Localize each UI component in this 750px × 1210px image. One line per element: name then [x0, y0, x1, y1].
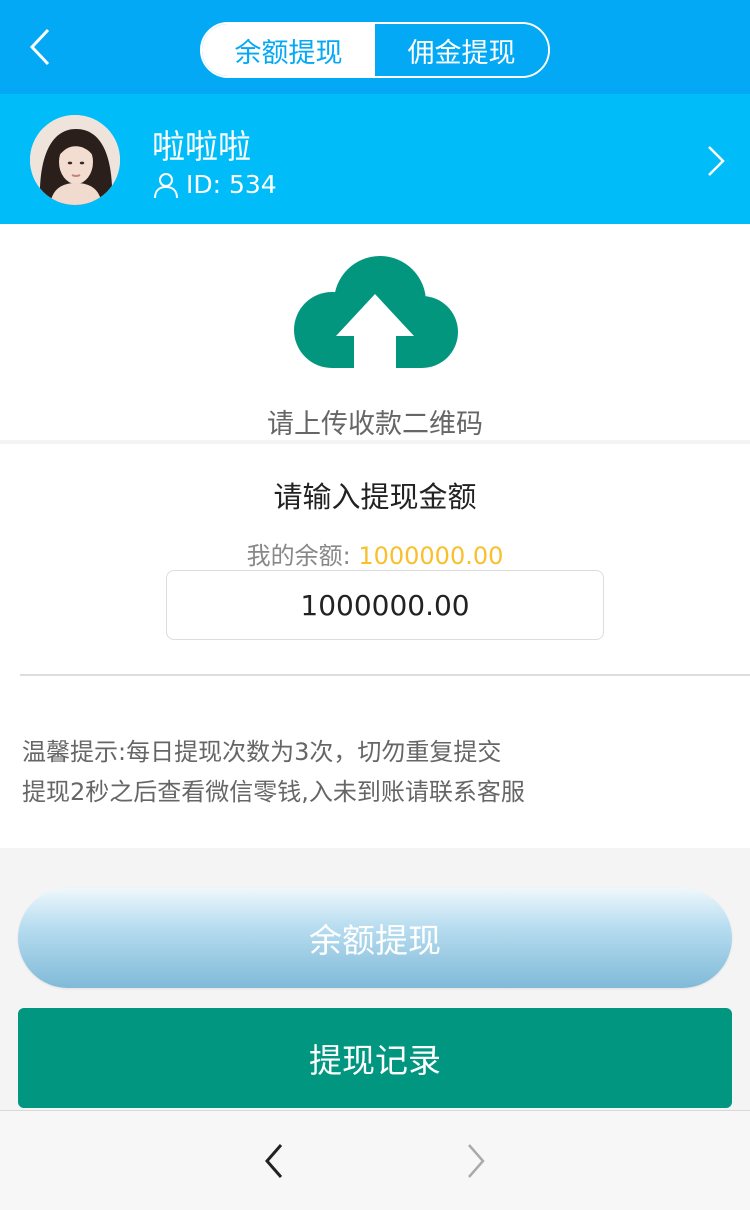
top-bar: 余额提现 佣金提现: [0, 0, 750, 94]
chevron-left-icon: [29, 28, 50, 66]
user-icon: [152, 171, 180, 199]
withdraw-amount-section: 请输入提现金额 我的余额: 1000000.00 温馨提示:每日提现次数为3次，…: [0, 444, 750, 848]
qr-upload-area[interactable]: 请上传收款二维码: [0, 224, 750, 440]
avatar: [30, 115, 120, 205]
chevron-right-icon: [708, 146, 725, 176]
username: 啦啦啦: [152, 127, 251, 166]
amount-input[interactable]: [166, 570, 604, 640]
chevron-right-icon: [468, 1144, 485, 1178]
user-id: ID: 534: [186, 170, 277, 199]
balance-line: 我的余额: 1000000.00: [0, 536, 750, 571]
balance-label: 我的余额:: [246, 542, 359, 570]
back-button[interactable]: [18, 22, 62, 72]
tip-text: 温馨提示:每日提现次数为3次，切勿重复提交 提现2秒之后查看微信零钱,入未到账请…: [22, 732, 525, 812]
browser-back-button[interactable]: [254, 1139, 294, 1183]
profile-card[interactable]: 啦啦啦 ID: 534: [0, 94, 750, 224]
withdraw-records-button[interactable]: 提现记录: [18, 1008, 732, 1108]
divider: [20, 674, 750, 676]
chevron-left-icon: [265, 1144, 283, 1178]
amount-title: 请输入提现金额: [273, 480, 477, 514]
tab-balance-withdraw[interactable]: 余额提现: [202, 24, 375, 76]
balance-withdraw-button[interactable]: 余额提现: [18, 888, 732, 988]
browser-nav-bar: [0, 1110, 750, 1210]
tab-commission-withdraw[interactable]: 佣金提现: [375, 24, 548, 76]
cloud-upload-icon: [294, 256, 458, 368]
user-id-row: ID: 534: [152, 170, 277, 199]
tip-line: 温馨提示:每日提现次数为3次，切勿重复提交: [22, 738, 502, 766]
upload-qr-label: 请上传收款二维码: [267, 409, 483, 440]
tip-line: 提现2秒之后查看微信零钱,入未到账请联系客服: [22, 778, 525, 806]
browser-forward-button[interactable]: [456, 1139, 496, 1183]
withdraw-type-tabs: 余额提现 佣金提现: [200, 22, 550, 78]
balance-value: 1000000.00: [358, 542, 504, 570]
